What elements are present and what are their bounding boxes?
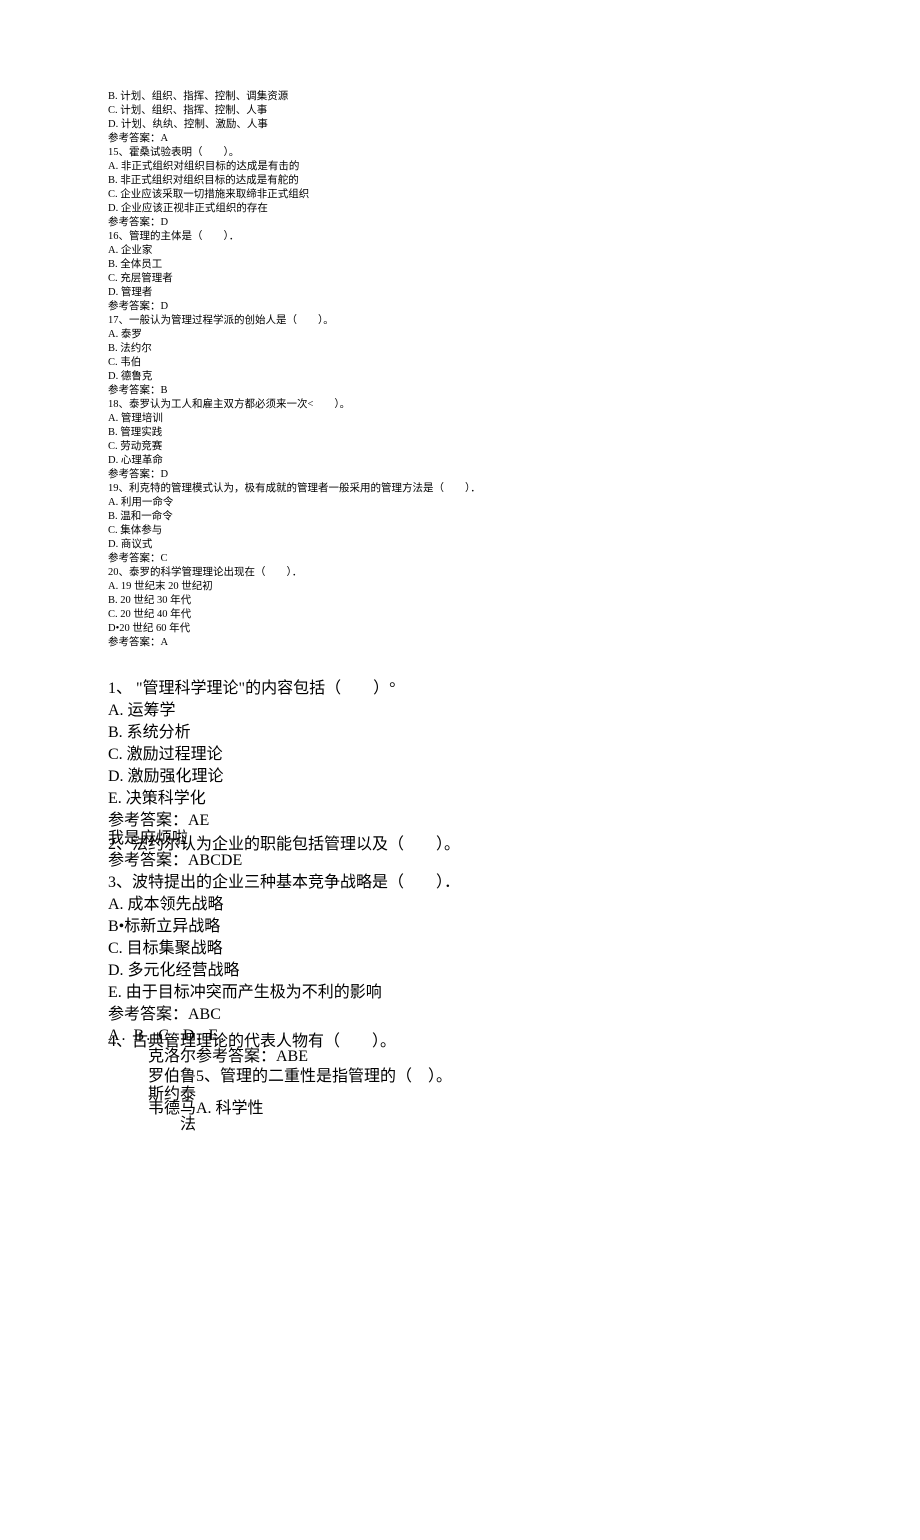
q14-answer: 参考答案：A — [108, 132, 815, 146]
q16-option-c: C. 充层管理者 — [108, 272, 815, 286]
q16-option-a: A. 企业家 — [108, 244, 815, 258]
q15-stem: 15、霍桑试验表明（ ）。 — [108, 146, 815, 160]
large-text-section: 1、 "管理科学理论"的内容包括（ ）° A. 运筹学 B. 系统分析 C. 激… — [108, 678, 815, 1140]
mq3-option-e: E. 由于目标冲突而产生极为不利的影响 — [108, 982, 815, 1004]
q16-answer: 参考答案：D — [108, 300, 815, 314]
q17-option-c: C. 韦伯 — [108, 356, 815, 370]
mq3-option-b: B•标新立异战略 — [108, 916, 815, 938]
mq1-option-b: B. 系统分析 — [108, 722, 815, 744]
q18-option-d: D. 心理革命 — [108, 454, 815, 468]
small-text-section: B. 计划、组织、指挥、控制、调集资源 C. 计划、组织、指挥、控制、人事 D.… — [108, 90, 815, 650]
q17-option-a: A. 泰罗 — [108, 328, 815, 342]
mq5-option-a: A. 科学性 — [196, 1098, 264, 1120]
q18-option-c: C. 劳动竞赛 — [108, 440, 815, 454]
q19-stem: 19、利克特的管理模式认为，极有成就的管理者一般采用的管理方法是（ ）． — [108, 482, 815, 496]
q15-option-a: A. 非正式组织对组织目标的达成是有击的 — [108, 160, 815, 174]
q15-option-d: D. 企业应该正视非正式组织的存在 — [108, 202, 815, 216]
q15-option-b: B. 非正式组织对组织目标的达成是有舵的 — [108, 174, 815, 188]
q20-stem: 20、泰罗的科学管理理论出现在（ ）． — [108, 566, 815, 580]
q15-answer: 参考答案：D — [108, 216, 815, 230]
q16-option-b: B. 全体员工 — [108, 258, 815, 272]
q19-answer: 参考答案：C — [108, 552, 815, 566]
q17-option-b: B. 法约尔 — [108, 342, 815, 356]
overlap-tail: 法 — [180, 1114, 196, 1136]
mq3-option-d: D. 多元化经营战略 — [108, 960, 815, 982]
overlapping-text-block: A. B. C. D. E. 4、古典管理理论的代表人物有（ ）。 克洛尔 参考… — [108, 1028, 815, 1140]
mq1-option-c: C. 激励过程理论 — [108, 744, 815, 766]
q15-option-c: C. 企业应该采取一切措施来取缔非正式组织 — [108, 188, 815, 202]
mq1-option-e: E. 决策科学化 — [108, 788, 815, 810]
q20-option-c: C. 20 世纪 40 年代 — [108, 608, 815, 622]
mq3-stem: 3、波特提出的企业三种基本竞争战略是（ ）． — [108, 872, 815, 894]
q18-option-b: B. 管理实践 — [108, 426, 815, 440]
mq1-answer: 参考答案：AE — [108, 810, 815, 832]
q18-option-a: A. 管理培训 — [108, 412, 815, 426]
mq3-option-a: A. 成本领先战略 — [108, 894, 815, 916]
q19-option-c: C. 集体参与 — [108, 524, 815, 538]
mq3-answer: 参考答案：ABC — [108, 1004, 815, 1026]
q20-option-b: B. 20 世纪 30 年代 — [108, 594, 815, 608]
mq1-stem: 1、 "管理科学理论"的内容包括（ ）° — [108, 678, 815, 700]
q20-answer: 参考答案：A — [108, 636, 815, 650]
q18-stem: 18、泰罗认为工人和雇主双方都必须来一次< ）。 — [108, 398, 815, 412]
mq3-option-c: C. 目标集聚战略 — [108, 938, 815, 960]
q17-answer: 参考答案：B — [108, 384, 815, 398]
mq1-option-a: A. 运筹学 — [108, 700, 815, 722]
q18-answer: 参考答案：D — [108, 468, 815, 482]
mq1-option-d: D. 激励强化理论 — [108, 766, 815, 788]
q14-option-b: B. 计划、组织、指挥、控制、调集资源 — [108, 90, 815, 104]
q17-option-d: D. 德鲁克 — [108, 370, 815, 384]
q19-option-b: B. 温和一命令 — [108, 510, 815, 524]
q14-option-d: D. 计划、纨纨、控制、激励、人事 — [108, 118, 815, 132]
mq4-answer: 参考答案：ABE — [196, 1046, 308, 1068]
q14-option-c: C. 计划、组织、指挥、控制、人事 — [108, 104, 815, 118]
q20-option-d: D•20 世纪 60 年代 — [108, 622, 815, 636]
q16-option-d: D. 管理者 — [108, 286, 815, 300]
q19-option-d: D. 商议式 — [108, 538, 815, 552]
mq2-stem-line: 我是麻烦啦 2、法约尔认为企业的职能包括管理以及（ ）。 — [108, 832, 815, 850]
q16-stem: 16、管理的主体是（ ）． — [108, 230, 815, 244]
q19-option-a: A. 利用一命令 — [108, 496, 815, 510]
q20-option-a: A. 19 世纪末 20 世纪初 — [108, 580, 815, 594]
overlap-name-1: 克洛尔 — [148, 1046, 196, 1068]
mq5-stem: 5、管理的二重性是指管理的（ ）。 — [196, 1066, 452, 1088]
mq2-stem: 2、法约尔认为企业的职能包括管理以及（ ）。 — [108, 834, 460, 856]
q17-stem: 17、一般认为管理过程学派的创始人是（ ）。 — [108, 314, 815, 328]
